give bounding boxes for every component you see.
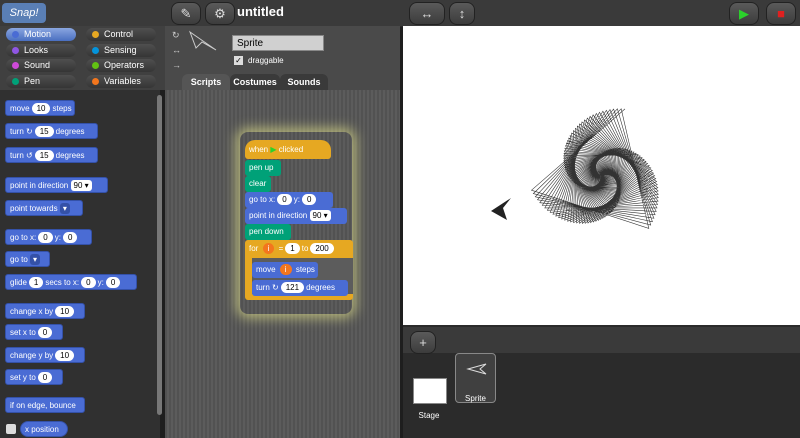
clear-block[interactable]: clear [245, 176, 271, 192]
green-flag-button[interactable]: ▶ [729, 2, 759, 25]
for-loop-header: for i = 1 to 200 [245, 241, 353, 257]
category-operators[interactable]: Operators [86, 59, 156, 72]
horizontal-arrows-icon: ↔ [420, 6, 434, 21]
stage-size-button[interactable]: ↔ [409, 2, 445, 25]
category-color-dot [92, 77, 99, 85]
file-button[interactable]: ✎ [171, 2, 201, 25]
set-y-block[interactable]: set y to 0 [5, 369, 63, 385]
point-in-direction-block[interactable]: point in direction 90 ▾ [5, 177, 108, 193]
turn-left-block[interactable]: turn ↺ 15 degrees [5, 147, 98, 163]
category-color-dot [12, 62, 19, 69]
glide-block[interactable]: glide 1 secs to x: 0 y: 0 [5, 274, 137, 290]
category-color-dot [12, 31, 19, 38]
sprite-icon-selected[interactable]: Sprite [455, 353, 496, 403]
category-color-dot [12, 46, 19, 54]
bounce-block[interactable]: if on edge, bounce [5, 397, 85, 413]
category-variables[interactable]: Variables [86, 74, 156, 88]
pencil-icon: ✎ [180, 6, 192, 21]
sprite-name-input[interactable]: Sprite [232, 35, 324, 51]
stage[interactable] [403, 26, 800, 325]
top-bar [0, 0, 800, 27]
pen-up-block[interactable]: pen up [245, 160, 281, 176]
stage-layout-button[interactable]: ↕ [449, 2, 475, 25]
category-color-dot [92, 31, 99, 38]
plus-icon: + [419, 335, 427, 350]
move-block[interactable]: move 10 steps [5, 100, 75, 116]
stop-button[interactable]: ■ [766, 2, 796, 25]
category-pen[interactable]: Pen [6, 74, 76, 88]
flag-icon: ▶ [270, 145, 277, 154]
palette-scrollbar[interactable] [157, 95, 162, 415]
draggable-label: draggable [248, 56, 284, 65]
rotation-style-flip-icon[interactable]: ↔ [172, 45, 181, 55]
stage-thumbnail[interactable] [413, 378, 447, 404]
go-to-xy-block[interactable]: go to x: 0 y: 0 [5, 229, 92, 245]
sprite-thumbnail-icon [188, 30, 217, 51]
vertical-arrows-icon: ↕ [458, 6, 466, 21]
gear-icon: ⚙ [214, 6, 226, 21]
stage-label: Stage [418, 411, 440, 420]
move-var-block[interactable]: move i steps [252, 262, 318, 278]
tab-scripts[interactable]: Scripts [182, 74, 230, 90]
tab-costumes[interactable]: Costumes [230, 74, 280, 90]
corral-header [403, 327, 800, 353]
pen-down-block[interactable]: pen down [245, 224, 291, 240]
rotation-style-rotate-icon[interactable]: ↻ [172, 30, 180, 41]
pen-trail [530, 108, 659, 229]
category-sensing[interactable]: Sensing [86, 43, 156, 57]
category-color-dot [92, 46, 99, 54]
project-title: untitled [237, 4, 284, 19]
sprite-arrow [491, 198, 511, 220]
snap-logo[interactable]: Snap! [2, 3, 46, 23]
category-color-dot [92, 62, 99, 69]
change-x-block[interactable]: change x by 10 [5, 303, 85, 319]
rotation-style-none-icon[interactable]: → [172, 60, 181, 70]
set-x-block[interactable]: set x to 0 [5, 324, 63, 340]
category-color-dot [12, 77, 19, 85]
point-in-direction-script-block[interactable]: point in direction 90 ▾ [245, 208, 347, 224]
tab-sounds[interactable]: Sounds [280, 74, 328, 90]
category-motion[interactable]: Motion [6, 28, 76, 41]
x-position-reporter[interactable]: x position [20, 421, 68, 437]
x-position-checkbox[interactable] [6, 424, 16, 434]
play-icon: ▶ [739, 6, 749, 21]
category-control[interactable]: Control [86, 28, 156, 41]
pen-drawing [491, 108, 659, 229]
go-to-xy-script-block[interactable]: go to x: 0 y: 0 [245, 192, 333, 208]
turn-right-block[interactable]: turn ↻ 15 degrees [5, 123, 98, 139]
go-to-block[interactable]: go to ▾ [5, 251, 50, 267]
turn-121-block[interactable]: turn ↻ 121 degrees [252, 280, 348, 296]
settings-button[interactable]: ⚙ [205, 2, 235, 25]
sprite-label: Sprite [465, 394, 486, 403]
add-sprite-button[interactable]: + [410, 331, 436, 354]
when-flag-clicked-block[interactable]: when ▶ clicked [245, 140, 331, 159]
category-looks[interactable]: Looks [6, 43, 76, 57]
sprite-costume-icon [466, 363, 487, 375]
change-y-block[interactable]: change y by 10 [5, 347, 85, 363]
point-towards-block[interactable]: point towards ▾ [5, 200, 83, 216]
stop-icon: ■ [777, 6, 785, 21]
category-sound[interactable]: Sound [6, 59, 76, 72]
draggable-checkbox[interactable]: ✓ [234, 56, 243, 65]
